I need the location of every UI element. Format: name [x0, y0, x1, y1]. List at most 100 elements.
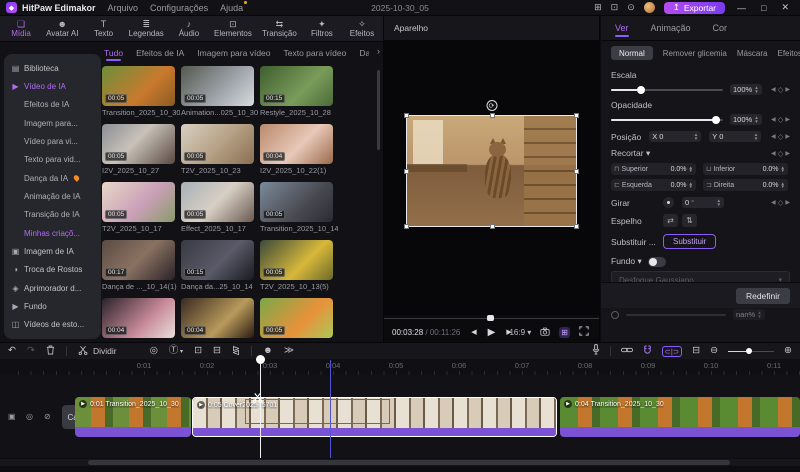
sidebar-item-transicao-de-ia[interactable]: Transição de IA [4, 206, 101, 224]
media-thumbnail[interactable]: 00:04 [260, 124, 333, 164]
tab-texto[interactable]: T Texto [89, 19, 119, 38]
crop-esquerda-field[interactable]: ⊏ Esquerda 0.0% ▲ ▼ [611, 179, 696, 191]
maximize-button[interactable]: □ [758, 3, 769, 13]
link-clips-icon[interactable] [620, 346, 633, 357]
escala-slider[interactable] [611, 85, 723, 95]
keyframe-diamond-icon[interactable]: ◇ [778, 149, 784, 158]
media-item[interactable]: 00:04 [181, 298, 254, 342]
avatar-tool-icon[interactable]: ☻ [263, 346, 273, 356]
layout-icon[interactable]: ⊞ [594, 2, 602, 13]
opacidade-value[interactable]: 100% ▲ ▼ [730, 114, 762, 125]
media-thumbnail[interactable]: 00:05 [102, 66, 175, 106]
opacidade-keyframe-controls[interactable]: ◀ ◇ ▶ [771, 115, 790, 124]
mirror-tool-icon[interactable]: ⧎ [232, 346, 240, 356]
keyframe-diamond-icon[interactable]: ◇ [778, 85, 784, 94]
selection-handle-n[interactable] [489, 113, 495, 118]
substituir-button[interactable]: Substituir [663, 234, 717, 249]
tab-legendas[interactable]: ≣ Legendas [129, 19, 164, 38]
redo-icon[interactable]: ↷ [27, 346, 35, 356]
timeline-zoom-slider[interactable] [728, 347, 775, 355]
girar-value-field[interactable]: 0 ° ▲ ▼ [682, 197, 724, 208]
timeline-ruler[interactable]: 0:01 0:02 0:03 0:04 0:05 0:06 0:07 0:08 … [0, 359, 800, 375]
subtab-efeitos[interactable]: Efeitos › [778, 49, 800, 58]
zoom-out-icon[interactable]: ⊖ [710, 346, 718, 356]
previous-frame-icon[interactable]: ◀ [471, 328, 476, 336]
sidebar-item-efeitos-de-ia[interactable]: Efeitos de IA [4, 96, 101, 114]
sidebar-item-imagem-de-ia[interactable]: ▣ Imagem de IA [4, 242, 101, 260]
media-item[interactable]: 00:05 Effect_2025_10_17 [181, 182, 254, 234]
sidebar-item-animacao-de-ia[interactable]: Animação de IA [4, 187, 101, 205]
auto-ripple-icon[interactable]: ⊂|⊃ [661, 345, 683, 357]
selection-handle-sw[interactable] [404, 224, 409, 229]
blur-slider[interactable] [626, 310, 726, 320]
trash-icon[interactable] [46, 345, 55, 358]
timeline-clip-2-selected[interactable]: ▶ 0:05 Cover2025_5701 [192, 397, 557, 437]
media-item[interactable]: 00:15 Dança da...25_10_14 [181, 240, 254, 292]
close-button[interactable]: ✕ [778, 2, 792, 13]
grid-overlay-icon[interactable]: ⊞ [559, 326, 570, 338]
sidebar-item-biblioteca[interactable]: ▤ Biblioteca [4, 59, 101, 77]
stepper-icon[interactable]: ▲ ▼ [781, 165, 785, 173]
media-item[interactable]: 00:05 Transition_2025_10_14 [260, 182, 338, 234]
blur-value-field[interactable]: nan% ▲ ▼ [733, 309, 765, 320]
media-item[interactable]: 00:05 I2V_2025_10_27 [102, 124, 175, 176]
posicao-keyframe-controls[interactable]: ◀ ◇ ▶ [771, 132, 790, 141]
aspect-ratio-select[interactable]: 16:9 ▾ [509, 328, 531, 337]
media-thumbnail[interactable]: 00:05 [102, 182, 175, 222]
sidebar-item-troca-de-rostos[interactable]: ◑ Troca de Rostos [4, 261, 101, 279]
media-thumbnail[interactable]: 00:05 [260, 182, 333, 222]
girar-dial[interactable] [663, 197, 674, 208]
selection-handle-w[interactable] [404, 169, 409, 174]
download-icon[interactable]: ⊙ [627, 2, 635, 13]
opacidade-slider-knob[interactable] [711, 115, 720, 124]
sidebar-item-danca-da-ia[interactable]: Dança da IA [4, 169, 101, 187]
media-thumbnail[interactable]: 00:05 [102, 124, 175, 164]
selection-handle-nw[interactable] [404, 113, 409, 118]
microphone-icon[interactable] [592, 344, 600, 358]
speed-tool-icon[interactable]: ≫ [284, 346, 294, 356]
magnet-snap-icon[interactable] [643, 344, 652, 358]
media-item[interactable]: 00:05 T2V_2025_10_13(5) [260, 240, 333, 292]
preview-seekbar[interactable] [384, 315, 599, 322]
dividir-label[interactable]: Dividir [93, 346, 117, 356]
tab-efeitos[interactable]: ✧ Efeitos [347, 19, 377, 38]
stepper-icon[interactable]: ▲ ▼ [689, 181, 693, 189]
tab-midia[interactable]: ❏ Mídia [6, 19, 36, 38]
media-thumbnail[interactable]: 00:05 [181, 124, 254, 164]
clip-selection-red-box[interactable] [245, 399, 390, 424]
media-tab-danca-da-ia[interactable]: Dança da IA [359, 45, 369, 61]
pip-icon[interactable]: ⊟ [213, 346, 221, 356]
girar-keyframe-controls[interactable]: ◀ ◇ ▶ [771, 198, 790, 207]
sidebar-item-videos-de-estoque[interactable]: ◫ Vídeos de esto... [4, 316, 101, 334]
split-scissors-icon[interactable] [78, 345, 88, 358]
timeline-clip-1[interactable]: ▶ 0:01 Transition_2025_10_30 [75, 397, 191, 437]
text-tool-icon[interactable]: Ⓣ ▾ [169, 345, 183, 357]
stepper-icon[interactable]: ▲ ▼ [757, 311, 761, 318]
media-thumbnail[interactable]: 00:05 [260, 298, 333, 338]
media-thumbnail[interactable]: 00:05 [181, 66, 254, 106]
media-thumbnail[interactable]: 00:15 [260, 66, 333, 106]
media-item[interactable]: 00:05 [260, 298, 333, 342]
stepper-icon[interactable]: ▲ ▼ [781, 181, 785, 189]
sidebar-item-imagem-para[interactable]: Imagem para... [4, 114, 101, 132]
subtab-remover-glicemia[interactable]: Remover glicemia [663, 49, 727, 58]
crop-inferior-field[interactable]: ⊔ Inferior 0.0% ▲ ▼ [703, 163, 788, 175]
opacidade-slider[interactable] [611, 115, 723, 125]
media-item[interactable]: 00:04 I2V_2025_10_22(1) [260, 124, 333, 176]
media-tab-texto-para-video[interactable]: Texto para vídeo [284, 45, 347, 61]
sidebar-item-minhas-criacoes[interactable]: Minhas criaçõ... [4, 224, 101, 242]
user-avatar[interactable] [643, 2, 655, 13]
redefinir-button[interactable]: Redefinir [735, 287, 790, 304]
playhead-knob[interactable] [256, 355, 265, 364]
escala-keyframe-controls[interactable]: ◀ ◇ ▶ [771, 85, 790, 94]
track-cover-icon[interactable]: ▣ [8, 412, 16, 421]
media-thumbnail[interactable]: 00:05 [181, 182, 254, 222]
snapshot-icon[interactable] [538, 326, 552, 339]
media-item[interactable]: 00:05 T2V_2025_10_17 [102, 182, 175, 234]
tab-avatar-ai[interactable]: ☻ Avatar AI [46, 19, 78, 38]
crop-direita-field[interactable]: ⊐ Direita 0.0% ▲ ▼ [703, 179, 788, 191]
selection-handle-s[interactable] [489, 224, 495, 229]
media-item[interactable]: 00:05 Transition_2025_10_30 [102, 66, 180, 118]
menu-ajuda[interactable]: Ajuda [220, 0, 248, 13]
tab-transicao[interactable]: ⇆ Transição [262, 19, 297, 38]
